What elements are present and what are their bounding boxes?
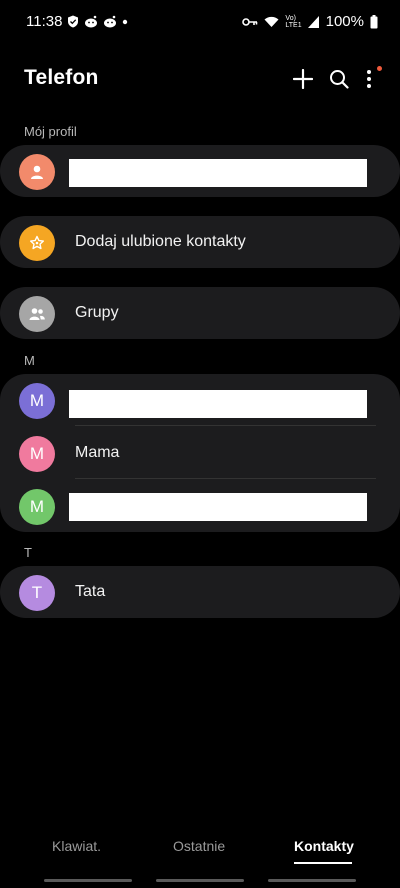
more-notifications-dot-icon (123, 19, 128, 24)
tab-contacts[interactable]: Kontakty (294, 838, 354, 854)
contact-row-tata[interactable]: T Tata (0, 566, 400, 618)
tab-keypad[interactable]: Klawiat. (52, 838, 101, 854)
favorites-label: Dodaj ulubione kontakty (75, 233, 246, 250)
shield-icon (68, 15, 79, 28)
profile-avatar (19, 154, 55, 190)
search-button[interactable] (324, 64, 354, 94)
people-icon (29, 308, 45, 320)
contact-row[interactable]: M (0, 374, 400, 426)
contact-avatar: T (19, 575, 55, 611)
star-icon (30, 235, 44, 250)
nav-handle (268, 879, 356, 882)
redacted-profile-name (69, 159, 367, 187)
contact-name: Tata (75, 583, 106, 600)
divider (75, 478, 376, 479)
section-letter-t: T (24, 545, 32, 560)
divider (75, 425, 376, 426)
reddit-icon (104, 15, 117, 28)
person-icon (31, 165, 43, 179)
contact-avatar: M (19, 383, 55, 419)
plus-icon (293, 69, 313, 89)
more-options-button[interactable] (354, 64, 384, 94)
groups-row[interactable]: Grupy (0, 287, 400, 339)
groups-label: Grupy (75, 304, 119, 321)
reddit-icon (85, 15, 98, 28)
add-contact-button[interactable] (288, 64, 318, 94)
profile-card (0, 145, 400, 197)
contact-row-mama[interactable]: M Mama (0, 427, 400, 479)
contacts-group-m: M M Mama M (0, 374, 400, 532)
battery-text: 100% (325, 13, 364, 30)
favorites-avatar (19, 225, 55, 261)
notification-dot (377, 66, 382, 71)
signal-icon (307, 15, 319, 28)
bottom-tab-bar: Klawiat. Ostatnie Kontakty (0, 808, 400, 888)
contact-avatar: M (19, 489, 55, 525)
more-vertical-icon (367, 70, 371, 88)
contact-avatar: M (19, 436, 55, 472)
vpn-key-icon (242, 17, 258, 26)
my-profile-row[interactable] (0, 145, 400, 197)
status-left: 11:38 (26, 13, 128, 30)
app-header: Telefon (24, 64, 382, 96)
groups-avatar (19, 296, 55, 332)
nav-handle (44, 879, 132, 882)
nav-handle (156, 879, 244, 882)
favorites-card: Dodaj ulubione kontakty (0, 216, 400, 268)
contact-name: Mama (75, 444, 120, 461)
contact-row[interactable]: M (0, 480, 400, 532)
profile-section-label: Mój profil (24, 124, 77, 139)
redacted-contact-name (69, 390, 367, 418)
tab-recents[interactable]: Ostatnie (173, 838, 225, 854)
add-favorites-row[interactable]: Dodaj ulubione kontakty (0, 216, 400, 268)
active-tab-indicator (294, 862, 352, 864)
volte-label: Vo) LTE1 (285, 14, 302, 29)
contacts-group-t: T Tata (0, 566, 400, 618)
wifi-icon (264, 16, 279, 27)
status-right: Vo) LTE1 100% (242, 13, 378, 30)
redacted-contact-name (69, 493, 367, 521)
status-bar: 11:38 Vo) LTE1 100% (0, 0, 400, 44)
section-letter-m: M (24, 353, 35, 368)
status-time: 11:38 (26, 13, 63, 30)
search-icon (330, 70, 349, 89)
groups-card: Grupy (0, 287, 400, 339)
page-title: Telefon (24, 66, 99, 89)
battery-icon (370, 14, 378, 28)
